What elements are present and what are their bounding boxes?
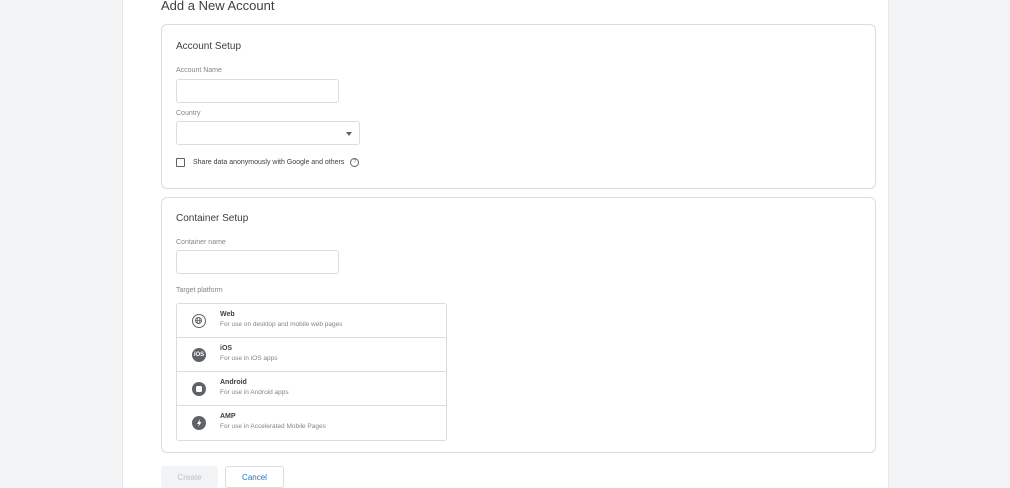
platform-option-ios[interactable]: iOS iOS For use in iOS apps xyxy=(177,338,446,372)
platform-name: Android xyxy=(220,379,247,386)
platform-description: For use in Accelerated Mobile Pages xyxy=(220,423,326,430)
account-name-input[interactable] xyxy=(176,79,339,103)
platform-option-web[interactable]: Web For use on desktop and mobile web pa… xyxy=(177,304,446,338)
country-label: Country xyxy=(176,110,201,117)
platform-description: For use in iOS apps xyxy=(220,355,278,362)
cancel-button[interactable]: Cancel xyxy=(225,466,284,488)
container-setup-title: Container Setup xyxy=(176,213,249,224)
page-panel: Add a New Account Account Setup Account … xyxy=(122,0,889,488)
container-name-label: Container name xyxy=(176,239,226,246)
account-name-label: Account Name xyxy=(176,67,222,74)
target-platform-label: Target platform xyxy=(176,287,223,294)
platform-list: Web For use on desktop and mobile web pa… xyxy=(176,303,447,441)
platform-option-amp[interactable]: AMP For use in Accelerated Mobile Pages xyxy=(177,406,446,440)
platform-name: AMP xyxy=(220,413,236,420)
platform-name: iOS xyxy=(220,345,233,352)
account-setup-title: Account Setup xyxy=(176,41,242,52)
share-data-label: Share data anonymously with Google and o… xyxy=(193,158,345,166)
platform-description: For use in Android apps xyxy=(220,389,289,396)
platform-option-android[interactable]: Android For use in Android apps xyxy=(177,372,446,406)
container-name-input[interactable] xyxy=(176,250,339,274)
share-data-row: Share data anonymously with Google and o… xyxy=(176,156,360,168)
dropdown-arrow-icon xyxy=(346,132,352,136)
account-setup-card: Account Setup Account Name Country Share… xyxy=(161,24,876,189)
ios-icon: iOS xyxy=(192,348,206,362)
country-select[interactable] xyxy=(176,121,360,145)
globe-icon xyxy=(192,314,206,328)
platform-description: For use on desktop and mobile web pages xyxy=(220,321,343,328)
android-icon xyxy=(192,382,206,396)
page-title: Add a New Account xyxy=(161,0,275,13)
container-setup-card: Container Setup Container name Target pl… xyxy=(161,197,876,453)
create-button[interactable]: Create xyxy=(161,466,218,488)
share-data-checkbox[interactable] xyxy=(176,157,185,167)
help-circle-icon[interactable]: ? xyxy=(350,157,360,167)
platform-name: Web xyxy=(220,311,235,318)
lightning-icon xyxy=(192,416,206,430)
